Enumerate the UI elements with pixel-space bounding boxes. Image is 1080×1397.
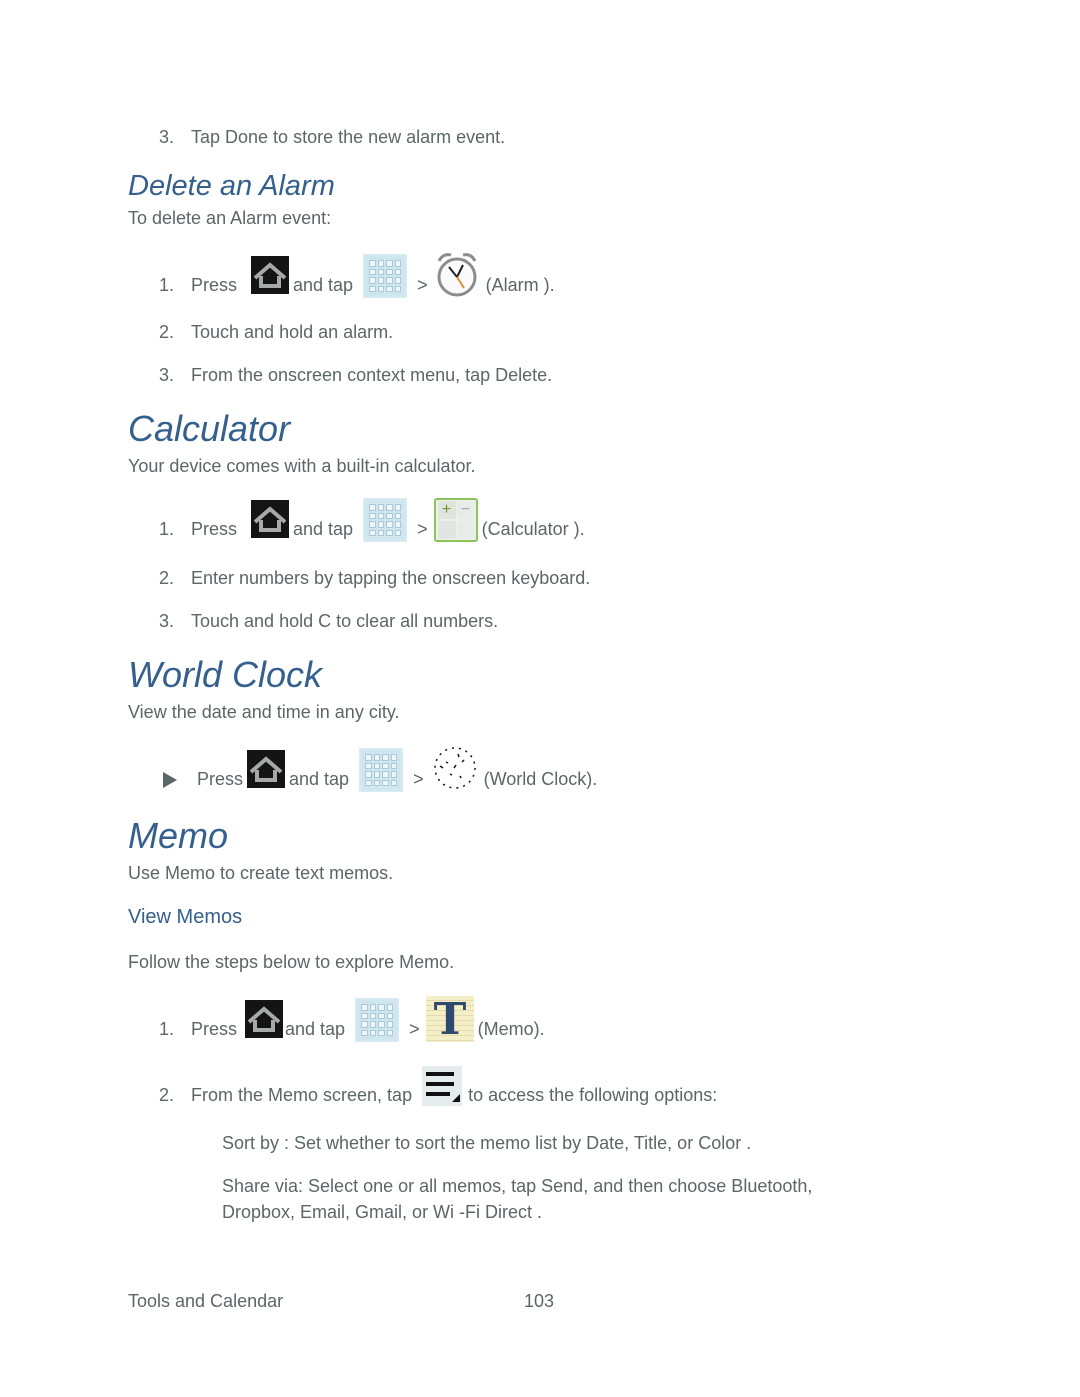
section-intro: Use Memo to create text memos. xyxy=(128,863,394,883)
list-item: 1. Press and tap > (Alarm ). xyxy=(159,250,555,298)
memo-icon: T xyxy=(425,994,474,1045)
step-number: 3. xyxy=(159,365,175,385)
step-number: 1. xyxy=(159,1019,175,1039)
section-heading-memo: Memo xyxy=(128,815,229,856)
step-number: 3. xyxy=(159,127,175,147)
step-text: Enter numbers by tapping the onscreen ke… xyxy=(191,568,591,588)
section-heading-delete-alarm: Delete an Alarm xyxy=(128,170,335,202)
step-text: (World Clock). xyxy=(483,769,598,789)
step-text: Tap Done to store the new alarm event. xyxy=(191,127,506,147)
option-sort-by: Sort by : Set whether to sort the memo l… xyxy=(222,1133,752,1153)
page-number: 103 xyxy=(524,1291,555,1311)
step-text: and tap xyxy=(293,275,354,295)
apps-grid-icon xyxy=(363,498,408,542)
list-item: Press and tap > (World Clock). xyxy=(161,744,597,792)
section-intro: Your device comes with a built-in calcul… xyxy=(128,456,476,476)
alarm-clock-icon xyxy=(434,250,480,298)
home-icon xyxy=(245,1000,284,1038)
list-item: 3. Touch and hold C to clear all numbers… xyxy=(159,611,498,632)
step-text: From the onscreen context menu, tap Dele… xyxy=(191,365,553,385)
list-item: 3. From the onscreen context menu, tap D… xyxy=(159,365,552,386)
subsection-heading-view-memos: View Memos xyxy=(128,906,243,928)
step-text: and tap xyxy=(293,519,354,539)
step-text: Touch and hold an alarm. xyxy=(191,322,394,342)
list-item: 2. Enter numbers by tapping the onscreen… xyxy=(159,568,590,589)
step-number: 3. xyxy=(159,611,175,631)
menu-icon xyxy=(422,1066,463,1106)
step-text: Touch and hold C to clear all numbers. xyxy=(191,611,499,631)
step-text: to access the following options: xyxy=(468,1085,718,1105)
section-intro: View the date and time in any city. xyxy=(128,702,400,722)
step-text: From the Memo screen, tap xyxy=(191,1085,413,1105)
step-text: Press xyxy=(191,275,238,295)
list-item: 3. Tap Done to store the new alarm event… xyxy=(159,127,505,148)
step-text: (Calculator ). xyxy=(481,519,585,539)
apps-grid-icon xyxy=(359,748,404,792)
section-heading-calculator: Calculator xyxy=(128,408,291,449)
section-intro: To delete an Alarm event: xyxy=(128,208,332,228)
step-number: 1. xyxy=(159,275,175,295)
list-item: 2. From the Memo screen, tap to access t… xyxy=(159,1066,717,1108)
step-text: (Alarm ). xyxy=(485,275,555,295)
step-number: 2. xyxy=(159,568,175,588)
step-text: and tap xyxy=(285,1019,346,1039)
home-icon xyxy=(251,500,290,538)
step-text: Press xyxy=(191,519,238,539)
step-text: Press xyxy=(197,769,244,789)
option-share-via-line1: Share via: Select one or all memos, tap … xyxy=(222,1176,813,1196)
step-text: Press xyxy=(191,1019,238,1039)
home-icon xyxy=(251,256,290,294)
separator: > xyxy=(417,275,428,295)
separator: > xyxy=(417,519,428,539)
option-share-via-line2: Dropbox, Email, Gmail, or Wi -Fi Direct … xyxy=(222,1202,543,1222)
apps-grid-icon xyxy=(355,998,400,1042)
subsection-intro: Follow the steps below to explore Memo. xyxy=(128,952,455,972)
list-item: 1. Press and tap > T (Memo). xyxy=(159,994,545,1045)
calculator-icon: + − xyxy=(433,498,478,542)
step-number: 2. xyxy=(159,1085,175,1105)
separator: > xyxy=(413,769,424,789)
list-item: 1. Press and tap > + − (Calculator ). xyxy=(159,498,585,542)
triangle-bullet-icon xyxy=(163,772,177,788)
footer-section-title: Tools and Calendar xyxy=(128,1291,284,1311)
separator: > xyxy=(409,1019,420,1039)
step-text: (Memo). xyxy=(477,1019,545,1039)
step-text: and tap xyxy=(289,769,350,789)
world-clock-icon xyxy=(430,744,480,792)
apps-grid-icon xyxy=(363,254,408,298)
section-heading-world-clock: World Clock xyxy=(128,654,323,695)
list-item: 2. Touch and hold an alarm. xyxy=(159,322,393,343)
step-number: 1. xyxy=(159,519,175,539)
home-icon xyxy=(247,750,286,788)
step-number: 2. xyxy=(159,322,175,342)
